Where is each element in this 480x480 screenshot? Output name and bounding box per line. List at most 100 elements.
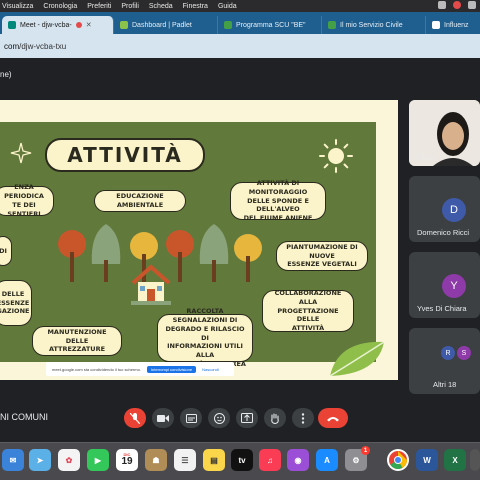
padlet-favicon-icon [120,21,128,29]
bubble-raccolta: RACCOLTA SEGNALAZIONI DI DEGRADO E RILAS… [157,307,253,368]
tab-meet[interactable]: Meet - djw-vcba- ✕ [2,16,114,34]
recording-icon[interactable] [453,1,461,9]
shared-screen: ATTIVITÀ ENZA PERIODICA TE DEI SENTIERI … [0,100,398,380]
end-call-button[interactable] [318,408,348,428]
menu-guida[interactable]: Guida [218,3,237,10]
slide-title: ATTIVITÀ [45,138,205,172]
tree-icon [199,224,229,282]
dock-overflow-icon[interactable] [470,449,480,471]
meet-favicon-icon [8,21,16,29]
music-icon[interactable]: ♫ [259,449,281,471]
menu-profili[interactable]: Profili [121,3,139,10]
bubble-di: DI [0,236,12,266]
participant-name: Domenico Ricci [417,228,470,237]
menu-scheda[interactable]: Scheda [149,3,173,10]
calendar-icon[interactable]: DIC 19 [116,449,138,471]
excel-icon[interactable]: X [444,449,466,471]
present-icon [241,413,253,423]
tab-programma[interactable]: Programma SCU "BE" [218,16,322,34]
page-favicon-icon [224,21,232,29]
more-vert-icon [301,412,305,424]
captions-button[interactable] [180,408,202,428]
contacts-icon[interactable]: ☗ [145,449,167,471]
participant-name: Yves Di Chiara [417,304,467,313]
bubble-essenze: DELLE ESSENZE GAZIONE [0,280,32,326]
emoji-button[interactable] [208,408,230,428]
tab-label: Influenz [444,21,469,29]
participant-tile-diana[interactable]: Diana [409,100,480,166]
raise-hand-button[interactable] [264,408,286,428]
url-text: com/djw-vcba-txu [4,41,67,51]
chrome-icon[interactable] [387,449,409,471]
bubble-sentieri: ENZA PERIODICA TE DEI SENTIERI [0,183,54,218]
captions-icon [185,413,197,423]
page-favicon-icon [328,21,336,29]
participant-name: Altri 18 [433,380,457,389]
bubble-collaborazione: COLLABORAZIONE ALLA PROGETTAZIONE DELLE … [262,289,354,332]
menu-finestra[interactable]: Finestra [183,3,208,10]
menu-cronologia[interactable]: Cronologia [43,3,77,10]
facetime-icon[interactable]: ▶ [87,449,109,471]
hang-up-icon [327,416,339,421]
macos-dock: ✉ ➤ ✿ ▶ DIC 19 ☗ ☰ ▤ tv ♫ ◉ A ⚙ 1 W X [0,442,480,480]
recording-icon [75,22,82,28]
status-icons [438,1,476,9]
leaf-icon [329,341,385,377]
notification-badge: 1 [361,446,370,455]
sun-icon [319,139,353,173]
tab-influenz[interactable]: Influenz [426,16,478,34]
word-icon[interactable]: W [416,449,438,471]
participant-tile-yves[interactable]: Y Yves Di Chiara [409,252,480,318]
tab-label: Meet - djw-vcba- [20,21,72,29]
tab-label: Il mio Servizio Civile [340,21,403,29]
system-settings-icon[interactable]: ⚙ 1 [345,446,370,471]
menu-bar: Visualizza Cronologia Preferiti Profili … [0,0,480,12]
mic-off-button[interactable] [124,408,146,428]
photos-icon[interactable]: ✿ [58,449,80,471]
maps-icon[interactable]: ➤ [29,449,51,471]
mic-off-icon [130,412,140,424]
emoji-icon [213,412,225,424]
present-button[interactable] [236,408,258,428]
tab-servizio-civile[interactable]: Il mio Servizio Civile [322,16,426,34]
sparkle-icon [10,142,32,164]
sharing-notice-text: meet.google.com sta condividendo il tuo … [52,366,141,372]
sharing-notice-bar: meet.google.com sta condividendo il tuo … [46,362,234,376]
menu-visualizza[interactable]: Visualizza [2,3,33,10]
page-favicon-icon [432,21,440,29]
avatar: R [441,346,455,360]
close-icon[interactable]: ✕ [86,21,92,29]
participant-name: Diana [417,152,437,161]
wifi-icon[interactable] [468,1,476,9]
participant-tile-others[interactable]: R S Altri 18 [409,328,480,394]
menu-preferiti[interactable]: Preferiti [87,3,111,10]
status-app-icon[interactable] [438,1,446,9]
bubble-manutenzione: MANUTENZIONE DELLE ATTREZZATURE [32,326,122,356]
address-bar[interactable]: com/djw-vcba-txu [0,34,480,58]
avatar: Y [442,274,466,298]
camera-icon [157,414,169,422]
bubble-piantumazione: PIANTUMAZIONE DI NUOVE ESSENZE VEGETALI [276,241,368,271]
tree-icon [58,230,86,282]
house-icon [131,264,171,305]
bubble-monitoraggio: ATTIVITÀ DI MONITORAGGIO DELLE SPONDE E … [230,179,326,222]
app-store-icon[interactable]: A [316,449,338,471]
podcasts-icon[interactable]: ◉ [287,449,309,471]
reminders-icon[interactable]: ☰ [174,449,196,471]
notes-icon[interactable]: ▤ [203,449,225,471]
tree-icon [91,224,121,282]
avatar: D [442,198,466,222]
hand-icon [271,412,279,424]
presenter-label: ne) [0,70,12,79]
apple-tv-icon[interactable]: tv [231,449,253,471]
bubble-educazione: EDUCAZIONE AMBIENTALE [94,190,186,212]
camera-button[interactable] [152,408,174,428]
tab-padlet[interactable]: Dashboard | Padlet [114,16,218,34]
tree-icon [234,234,262,282]
tab-label: Programma SCU "BE" [236,21,306,29]
stop-sharing-button[interactable]: Interrompi condivisione [146,365,197,373]
more-options-button[interactable] [292,408,314,428]
participant-tile-domenico[interactable]: D Domenico Ricci [409,176,480,242]
hide-link[interactable]: Nascondi [202,367,219,372]
mail-icon[interactable]: ✉ [2,449,24,471]
